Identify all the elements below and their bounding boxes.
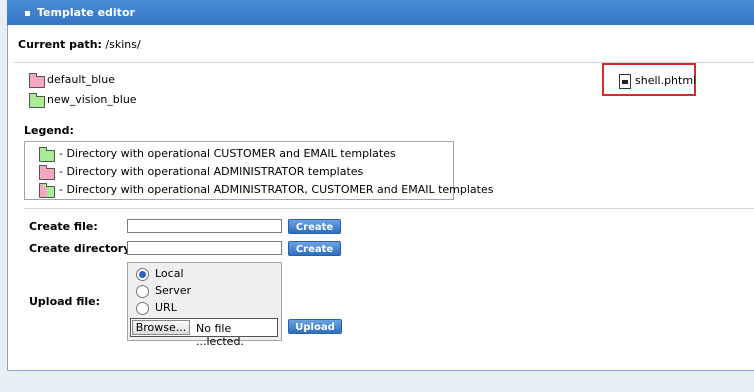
legend-title: Legend: (24, 124, 74, 137)
directory-name[interactable]: new_vision_blue (47, 93, 137, 106)
file-picker[interactable]: Browse... No file ...lected. (130, 318, 278, 348)
folder-icon (39, 183, 55, 198)
legend-box: - Directory with operational CUSTOMER an… (24, 141, 493, 200)
current-path-label: Current path: (18, 38, 102, 51)
panel-titlebar: Template editor (7, 0, 754, 25)
file-name[interactable]: shell.phtml (635, 74, 696, 87)
panel-title: Template editor (37, 6, 135, 19)
folder-icon (29, 93, 45, 108)
radio-server[interactable] (136, 285, 149, 298)
file-status: No file ...lected. (196, 322, 244, 348)
radio-server-label[interactable]: Server (155, 284, 191, 297)
create-directory-input[interactable] (127, 241, 282, 255)
square-bullet-icon (25, 11, 30, 16)
create-file-label: Create file: (29, 220, 98, 233)
create-directory-label: Create directory: (29, 242, 135, 255)
legend-item: - Directory with operational CUSTOMER an… (39, 147, 449, 162)
upload-button[interactable]: Upload (288, 319, 342, 334)
current-path-value: /skins/ (105, 38, 141, 51)
folder-icon (29, 73, 45, 88)
file-item-shell-phtml[interactable]: shell.phtml (602, 63, 696, 96)
legend-item: - Directory with operational ADMINISTRAT… (39, 183, 493, 198)
divider (24, 208, 754, 209)
directory-name[interactable]: default_blue (47, 73, 115, 86)
create-file-button[interactable]: Create (288, 219, 341, 234)
browse-button[interactable]: Browse... (132, 320, 190, 335)
upload-source-box: Local Server URL Browse... No file ...le… (127, 262, 282, 348)
create-file-input[interactable] (127, 219, 282, 233)
radio-url[interactable] (136, 302, 149, 315)
legend-item-text: - Directory with operational ADMINISTRAT… (59, 165, 364, 178)
file-icon (619, 74, 631, 89)
folder-icon (39, 165, 55, 180)
legend-item-text: - Directory with operational ADMINISTRAT… (59, 183, 494, 196)
upload-file-label: Upload file: (29, 295, 101, 308)
radio-url-label[interactable]: URL (155, 301, 177, 314)
current-path: Current path: /skins/ (18, 38, 141, 51)
radio-local[interactable] (136, 268, 149, 281)
folder-icon (39, 147, 55, 162)
legend-item: - Directory with operational ADMINISTRAT… (39, 165, 449, 180)
create-directory-button[interactable]: Create (288, 241, 341, 256)
legend-item-text: - Directory with operational CUSTOMER an… (59, 147, 396, 160)
radio-local-label[interactable]: Local (155, 267, 184, 280)
